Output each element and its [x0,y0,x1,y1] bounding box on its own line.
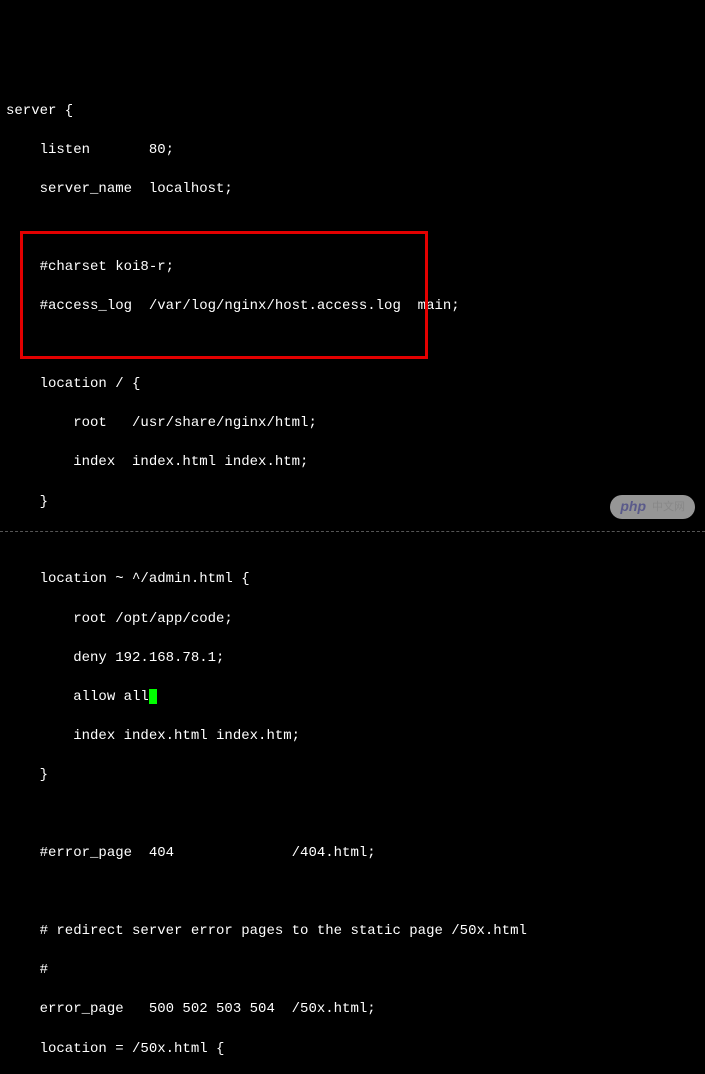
code-line [6,220,699,239]
code-line-with-cursor: allow all [6,688,699,708]
nginx-config-code: server { listen 80; server_name localhos… [0,78,705,1074]
code-line: #access_log /var/log/nginx/host.access.l… [6,297,699,317]
text-cursor [149,689,157,704]
code-line: # redirect server error pages to the sta… [6,922,699,942]
code-text: allow all [6,689,149,705]
code-line: root /opt/app/code; [6,610,699,630]
code-line: # [6,961,699,981]
code-line: index index.html index.htm; [6,727,699,747]
code-line: listen 80; [6,141,699,161]
bottom-dashed-border [0,531,705,537]
code-line: location = /50x.html { [6,1040,699,1060]
code-line: root /usr/share/nginx/html; [6,414,699,434]
code-line: deny 192.168.78.1; [6,649,699,669]
code-line [6,883,699,902]
code-line [6,337,699,356]
code-line: #charset koi8-r; [6,258,699,278]
code-line: location ~ ^/admin.html { [6,570,699,590]
watermark-brand: php [620,497,646,517]
code-line: server_name localhost; [6,180,699,200]
watermark-badge: php 中文网 [610,495,695,519]
code-line [6,806,699,825]
code-line: server { [6,102,699,122]
code-line: #error_page 404 /404.html; [6,844,699,864]
watermark: php 中文网 [610,495,695,519]
code-line: error_page 500 502 503 504 /50x.html; [6,1000,699,1020]
watermark-suffix: 中文网 [652,500,685,515]
code-line: location / { [6,375,699,395]
code-line: } [6,493,699,513]
code-line: index index.html index.htm; [6,453,699,473]
code-line: } [6,766,699,786]
